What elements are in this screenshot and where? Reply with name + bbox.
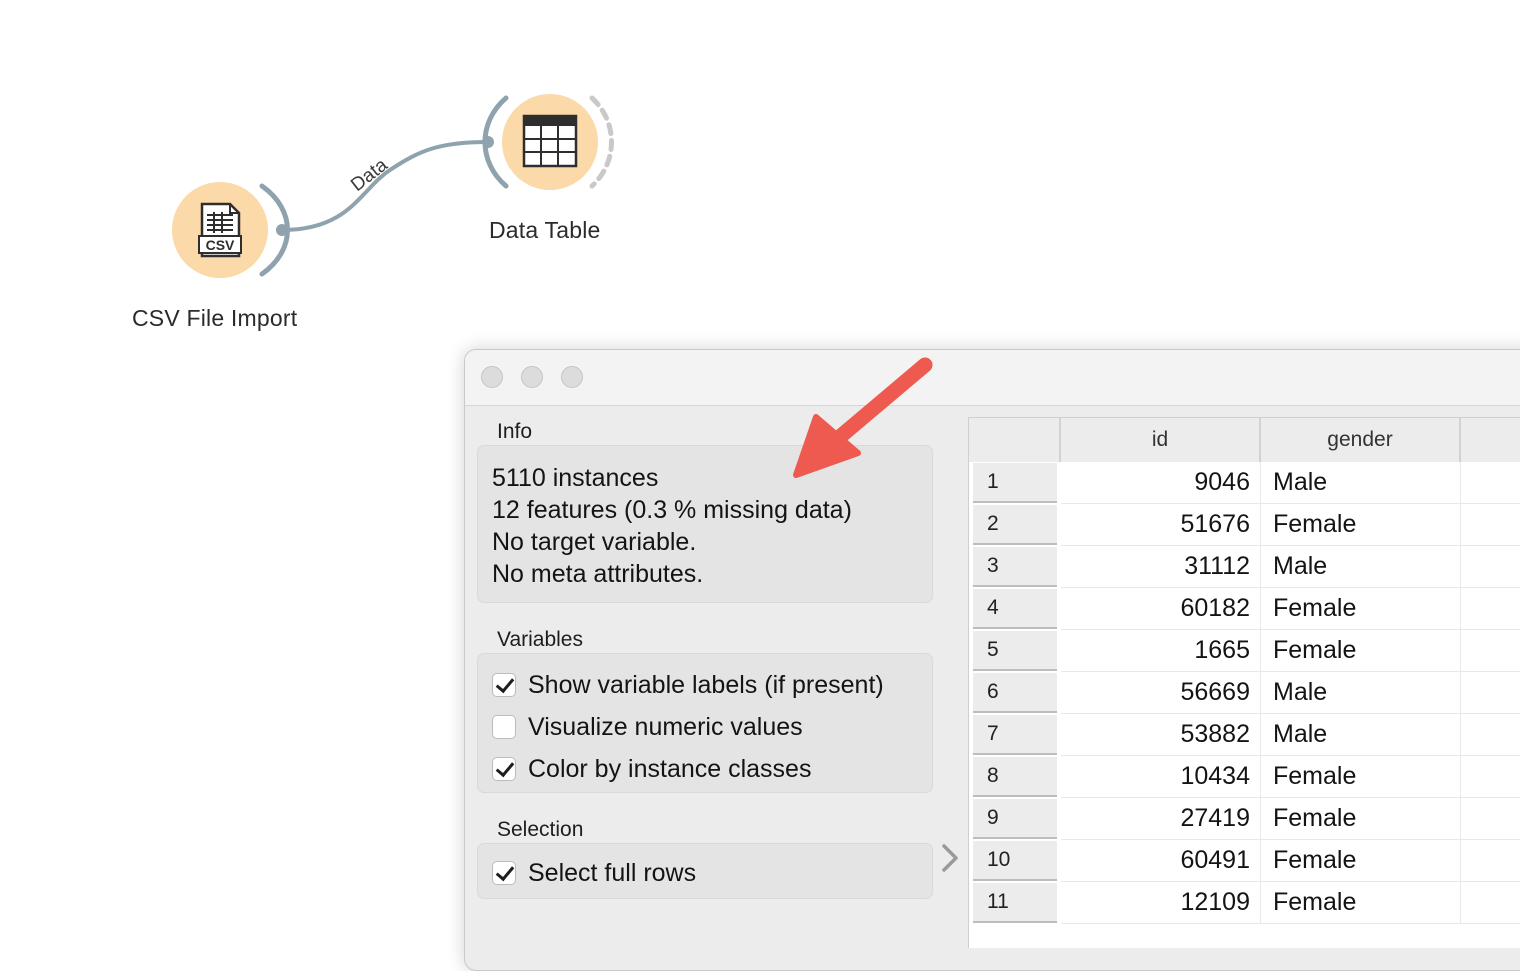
table-cell-gender[interactable]: Male bbox=[1261, 462, 1461, 504]
row-header[interactable]: 10 bbox=[973, 841, 1057, 881]
zoom-window-button[interactable] bbox=[561, 366, 583, 388]
table-cell-next[interactable] bbox=[1461, 798, 1520, 840]
table-cell-gender[interactable]: Female bbox=[1261, 630, 1461, 672]
table-cell-next[interactable] bbox=[1461, 672, 1520, 714]
window-titlebar[interactable] bbox=[465, 350, 1520, 406]
row-header[interactable]: 8 bbox=[973, 757, 1057, 797]
collapse-panel-icon[interactable] bbox=[938, 842, 962, 874]
column-header-gender-label: gender bbox=[1327, 428, 1393, 451]
show-variable-labels-label: Show variable labels (if present) bbox=[528, 670, 884, 699]
table-cell-gender[interactable]: Female bbox=[1261, 882, 1461, 924]
csv-file-import-label: CSV File Import bbox=[132, 305, 298, 331]
table-cell-next[interactable] bbox=[1461, 714, 1520, 756]
row-header[interactable]: 7 bbox=[973, 715, 1057, 755]
table-cell-gender[interactable]: Male bbox=[1261, 714, 1461, 756]
info-meta: No meta attributes. bbox=[492, 560, 704, 588]
selection-box: Select full rows bbox=[477, 843, 933, 899]
select-full-rows-checkbox[interactable] bbox=[492, 861, 516, 885]
table-cell-gender[interactable]: Female bbox=[1261, 756, 1461, 798]
row-header[interactable]: 2 bbox=[973, 505, 1057, 545]
annotation-arrow-icon bbox=[793, 357, 933, 478]
table-cell-next[interactable] bbox=[1461, 462, 1520, 504]
table-cell-id[interactable]: 60182 bbox=[1061, 588, 1261, 630]
column-header-id-label: id bbox=[1151, 428, 1169, 451]
show-variable-labels-option[interactable]: Show variable labels (if present) bbox=[492, 670, 884, 700]
csv-file-import-node[interactable]: CSV bbox=[172, 182, 290, 278]
table-cell-id[interactable]: 10434 bbox=[1061, 756, 1261, 798]
data-table-view[interactable]: id gender 1 9046 Male 2 51676 Female 3 31112 Mal… bbox=[968, 417, 1520, 948]
info-instances: 5110 instances bbox=[492, 464, 659, 492]
table-cell-id[interactable]: 9046 bbox=[1061, 462, 1261, 504]
show-variable-labels-checkbox[interactable] bbox=[492, 673, 516, 697]
row-header[interactable]: 6 bbox=[973, 673, 1057, 713]
table-cell-next[interactable] bbox=[1461, 840, 1520, 882]
variables-section-title: Variables bbox=[497, 628, 583, 651]
table-cell-id[interactable]: 53882 bbox=[1061, 714, 1261, 756]
table-cell-gender[interactable]: Female bbox=[1261, 504, 1461, 546]
csv-file-icon: CSV bbox=[198, 202, 242, 258]
table-cell-next[interactable] bbox=[1461, 756, 1520, 798]
table-cell-next[interactable] bbox=[1461, 588, 1520, 630]
minimize-window-button[interactable] bbox=[521, 366, 543, 388]
table-cell-id[interactable]: 27419 bbox=[1061, 798, 1261, 840]
column-header-next[interactable] bbox=[1461, 418, 1520, 462]
row-header[interactable]: 11 bbox=[973, 883, 1057, 923]
table-cell-next[interactable] bbox=[1461, 504, 1520, 546]
table-cell-gender[interactable]: Male bbox=[1261, 672, 1461, 714]
table-cell-gender[interactable]: Female bbox=[1261, 840, 1461, 882]
color-by-instance-classes-option[interactable]: Color by instance classes bbox=[492, 754, 811, 784]
table-cell-gender[interactable]: Male bbox=[1261, 546, 1461, 588]
data-table-node[interactable] bbox=[482, 94, 614, 190]
row-header[interactable]: 9 bbox=[973, 799, 1057, 839]
color-by-instance-classes-checkbox[interactable] bbox=[492, 757, 516, 781]
select-full-rows-option[interactable]: Select full rows bbox=[492, 858, 696, 888]
csv-icon-text: CSV bbox=[206, 237, 235, 253]
variables-box: Show variable labels (if present) Visual… bbox=[477, 653, 933, 793]
row-header[interactable]: 1 bbox=[973, 463, 1057, 503]
data-link[interactable] bbox=[281, 140, 489, 232]
select-full-rows-label: Select full rows bbox=[528, 858, 697, 887]
info-section-title: Info bbox=[497, 420, 533, 443]
visualize-numeric-values-checkbox[interactable] bbox=[492, 715, 516, 739]
table-cell-id[interactable]: 31112 bbox=[1061, 546, 1261, 588]
color-by-instance-classes-label: Color by instance classes bbox=[528, 754, 812, 783]
row-header[interactable]: 5 bbox=[973, 631, 1057, 671]
column-header-gender[interactable]: gender bbox=[1261, 418, 1461, 462]
table-cell-id[interactable]: 1665 bbox=[1061, 630, 1261, 672]
row-header[interactable]: 3 bbox=[973, 547, 1057, 587]
table-cell-gender[interactable]: Female bbox=[1261, 798, 1461, 840]
table-cell-next[interactable] bbox=[1461, 630, 1520, 672]
table-cell-id[interactable]: 56669 bbox=[1061, 672, 1261, 714]
visualize-numeric-values-label: Visualize numeric values bbox=[528, 712, 803, 741]
data-table-icon bbox=[522, 114, 578, 168]
table-cell-next[interactable] bbox=[1461, 882, 1520, 924]
table-cell-id[interactable]: 51676 bbox=[1061, 504, 1261, 546]
row-header[interactable]: 4 bbox=[973, 589, 1057, 629]
info-target: No target variable. bbox=[492, 528, 697, 556]
info-features: 12 features (0.3 % missing data) bbox=[492, 496, 852, 524]
table-cell-gender[interactable]: Female bbox=[1261, 588, 1461, 630]
table-corner-header[interactable] bbox=[969, 418, 1061, 462]
data-table-label: Data Table bbox=[489, 217, 601, 243]
selection-section-title: Selection bbox=[497, 818, 584, 841]
close-window-button[interactable] bbox=[481, 366, 503, 388]
table-cell-id[interactable]: 60491 bbox=[1061, 840, 1261, 882]
table-cell-next[interactable] bbox=[1461, 546, 1520, 588]
visualize-numeric-values-option[interactable]: Visualize numeric values bbox=[492, 712, 803, 742]
table-cell-id[interactable]: 12109 bbox=[1061, 882, 1261, 924]
column-header-id[interactable]: id bbox=[1061, 418, 1261, 462]
